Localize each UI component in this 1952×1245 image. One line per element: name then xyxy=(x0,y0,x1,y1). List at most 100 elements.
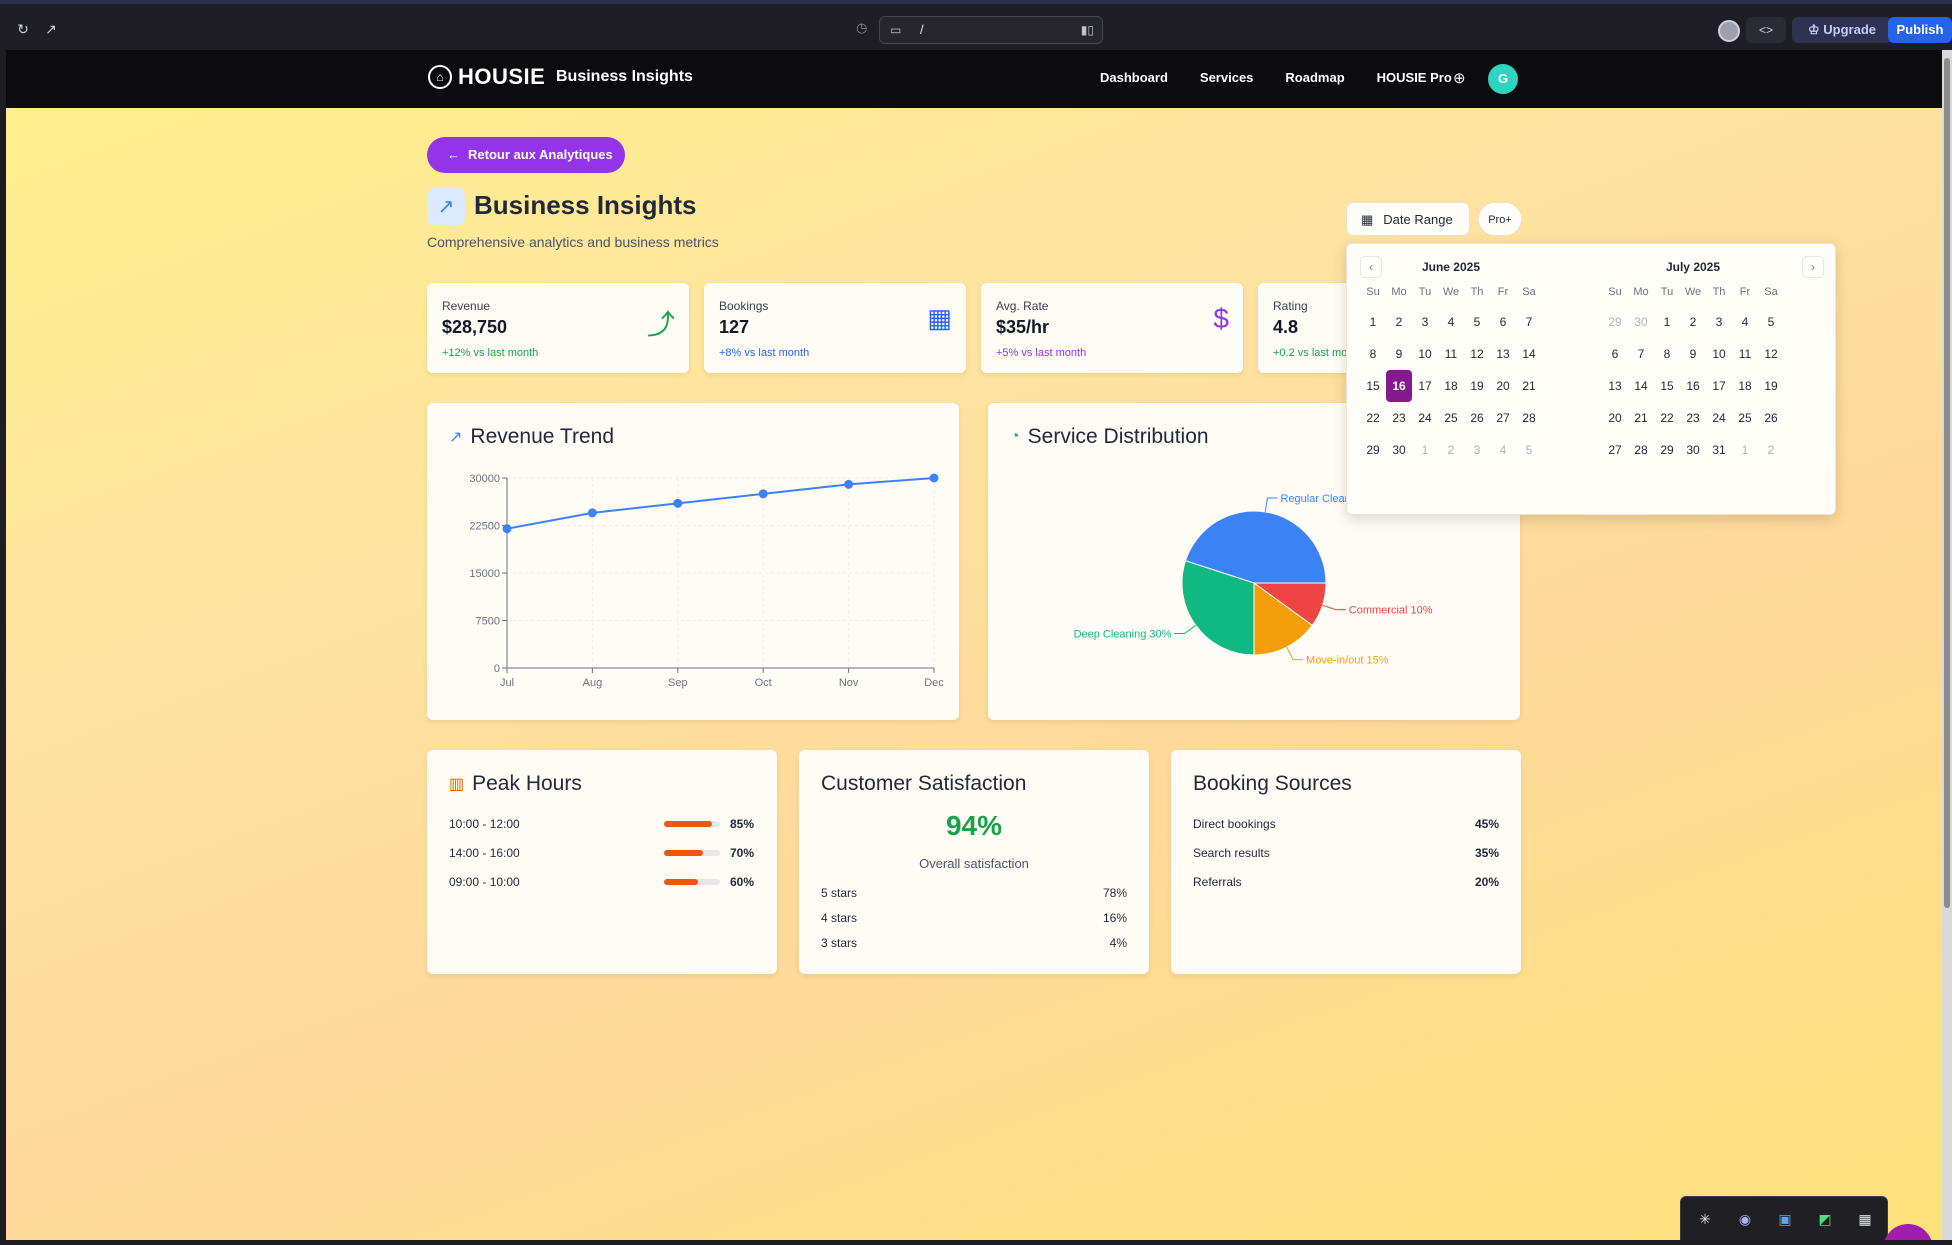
calendar-day[interactable]: 2 xyxy=(1386,306,1412,338)
calendar-day[interactable]: 25 xyxy=(1732,402,1758,434)
calendar-day[interactable]: 9 xyxy=(1680,338,1706,370)
calendar-day[interactable]: 29 xyxy=(1654,434,1680,466)
sparkle-app-icon[interactable]: ✳ xyxy=(1695,1209,1715,1229)
calendar-day[interactable]: 10 xyxy=(1412,338,1438,370)
calendar-day[interactable]: 8 xyxy=(1360,338,1386,370)
calendar-day[interactable]: 2 xyxy=(1758,434,1784,466)
calendar-day[interactable]: 26 xyxy=(1464,402,1490,434)
calendar-day[interactable]: 1 xyxy=(1654,306,1680,338)
calendar-day[interactable]: 13 xyxy=(1490,338,1516,370)
calendar-day[interactable]: 19 xyxy=(1758,370,1784,402)
calendar-day[interactable]: 4 xyxy=(1490,434,1516,466)
calendar-day[interactable]: 3 xyxy=(1464,434,1490,466)
calendar-day[interactable]: 29 xyxy=(1602,306,1628,338)
open-external-icon[interactable]: ↗ xyxy=(40,18,62,40)
calendar-day[interactable]: 1 xyxy=(1360,306,1386,338)
nav-link-dashboard[interactable]: Dashboard xyxy=(1100,70,1168,85)
calendar-icon: ▦ xyxy=(1361,212,1374,227)
date-range-button[interactable]: ▦ Date Range xyxy=(1346,202,1470,236)
calendar-day[interactable]: 29 xyxy=(1360,434,1386,466)
calendar-day[interactable]: 5 xyxy=(1464,306,1490,338)
calendar-day[interactable]: 15 xyxy=(1360,370,1386,402)
calendar-day[interactable]: 18 xyxy=(1732,370,1758,402)
scrollbar-thumb[interactable] xyxy=(1944,58,1950,908)
upgrade-button[interactable]: ♔ Upgrade xyxy=(1792,17,1892,43)
layout-icon[interactable]: ▮▯ xyxy=(1081,17,1094,43)
calendar-day[interactable]: 27 xyxy=(1490,402,1516,434)
calendar-day[interactable]: 3 xyxy=(1412,306,1438,338)
calendar-day[interactable]: 20 xyxy=(1490,370,1516,402)
calendar-day[interactable]: 18 xyxy=(1438,370,1464,402)
calendar-day[interactable]: 30 xyxy=(1680,434,1706,466)
reload-icon[interactable]: ↻ xyxy=(12,18,34,40)
chat-button[interactable]: ◌ xyxy=(1883,1224,1933,1240)
calendar-day[interactable]: 17 xyxy=(1412,370,1438,402)
calendar-day[interactable]: 3 xyxy=(1706,306,1732,338)
calendar-day[interactable]: 2 xyxy=(1680,306,1706,338)
calendar-day[interactable]: 7 xyxy=(1516,306,1542,338)
calendar-day[interactable]: 24 xyxy=(1412,402,1438,434)
calendar-day[interactable]: 23 xyxy=(1386,402,1412,434)
code-toggle-button[interactable]: <> xyxy=(1746,17,1786,43)
discord-icon[interactable]: ◉ xyxy=(1735,1209,1755,1229)
calendar-day[interactable]: 23 xyxy=(1680,402,1706,434)
pro-plus-badge[interactable]: Pro+ xyxy=(1478,202,1522,236)
calendar-day[interactable]: 26 xyxy=(1758,402,1784,434)
calendar-day[interactable]: 5 xyxy=(1758,306,1784,338)
nav-link-housie-pro[interactable]: HOUSIE Pro xyxy=(1377,70,1452,85)
publish-button[interactable]: Publish xyxy=(1888,17,1952,43)
history-icon[interactable]: ◷ xyxy=(856,20,867,36)
security-app-icon[interactable]: ▣ xyxy=(1775,1209,1795,1229)
calendar-day[interactable]: 19 xyxy=(1464,370,1490,402)
calendar-day[interactable]: 2 xyxy=(1438,434,1464,466)
calculator-icon[interactable]: ▦ xyxy=(1855,1209,1875,1229)
calendar-day[interactable]: 7 xyxy=(1628,338,1654,370)
calendar-day[interactable]: 28 xyxy=(1628,434,1654,466)
peak-pct: 70% xyxy=(730,846,755,860)
calendar-day[interactable]: 6 xyxy=(1490,306,1516,338)
calendar-day[interactable]: 24 xyxy=(1706,402,1732,434)
calendar-day[interactable]: 8 xyxy=(1654,338,1680,370)
calendar-day[interactable]: 28 xyxy=(1516,402,1542,434)
calendar-day[interactable]: 17 xyxy=(1706,370,1732,402)
calendar-day[interactable]: 14 xyxy=(1628,370,1654,402)
nav-link-roadmap[interactable]: Roadmap xyxy=(1285,70,1344,85)
calendar-day[interactable]: 11 xyxy=(1438,338,1464,370)
logo[interactable]: ⌂ HOUSIE xyxy=(428,64,545,90)
chevron-right-icon[interactable]: › xyxy=(1802,256,1824,278)
calendar-day[interactable]: 10 xyxy=(1706,338,1732,370)
calendar-day[interactable]: 11 xyxy=(1732,338,1758,370)
calendar-day[interactable]: 4 xyxy=(1732,306,1758,338)
calendar-day[interactable]: 22 xyxy=(1360,402,1386,434)
calendar-day[interactable]: 9 xyxy=(1386,338,1412,370)
calendar-day[interactable]: 21 xyxy=(1628,402,1654,434)
calendar-day[interactable]: 14 xyxy=(1516,338,1542,370)
calendar-day[interactable]: 16 xyxy=(1680,370,1706,402)
calendar-day[interactable]: 4 xyxy=(1438,306,1464,338)
nav-avatar[interactable]: G xyxy=(1488,64,1518,94)
calendar-day[interactable]: 1 xyxy=(1412,434,1438,466)
calendar-day[interactable]: 22 xyxy=(1654,402,1680,434)
calendar-day[interactable]: 12 xyxy=(1464,338,1490,370)
calendar-day[interactable]: 12 xyxy=(1758,338,1784,370)
calendar-day[interactable]: 1 xyxy=(1732,434,1758,466)
user-avatar[interactable] xyxy=(1718,20,1740,42)
logo-text: HOUSIE xyxy=(458,64,546,89)
url-bar[interactable]: ▭ / ▮▯ xyxy=(879,16,1103,44)
globe-icon[interactable]: ⊕ xyxy=(1453,69,1466,87)
calendar-day[interactable]: 25 xyxy=(1438,402,1464,434)
calendar-day[interactable]: 27 xyxy=(1602,434,1628,466)
calendar-day[interactable]: 16 xyxy=(1386,370,1412,402)
calendar-day[interactable]: 30 xyxy=(1386,434,1412,466)
calendar-day[interactable]: 15 xyxy=(1654,370,1680,402)
calendar-day[interactable]: 13 xyxy=(1602,370,1628,402)
calendar-day[interactable]: 21 xyxy=(1516,370,1542,402)
back-to-analytics-button[interactable]: ← Retour aux Analytiques xyxy=(427,137,625,173)
calendar-day[interactable]: 6 xyxy=(1602,338,1628,370)
nvidia-icon[interactable]: ◩ xyxy=(1815,1209,1835,1229)
calendar-day[interactable]: 31 xyxy=(1706,434,1732,466)
calendar-day[interactable]: 5 xyxy=(1516,434,1542,466)
calendar-day[interactable]: 30 xyxy=(1628,306,1654,338)
nav-link-services[interactable]: Services xyxy=(1200,70,1254,85)
calendar-day[interactable]: 20 xyxy=(1602,402,1628,434)
